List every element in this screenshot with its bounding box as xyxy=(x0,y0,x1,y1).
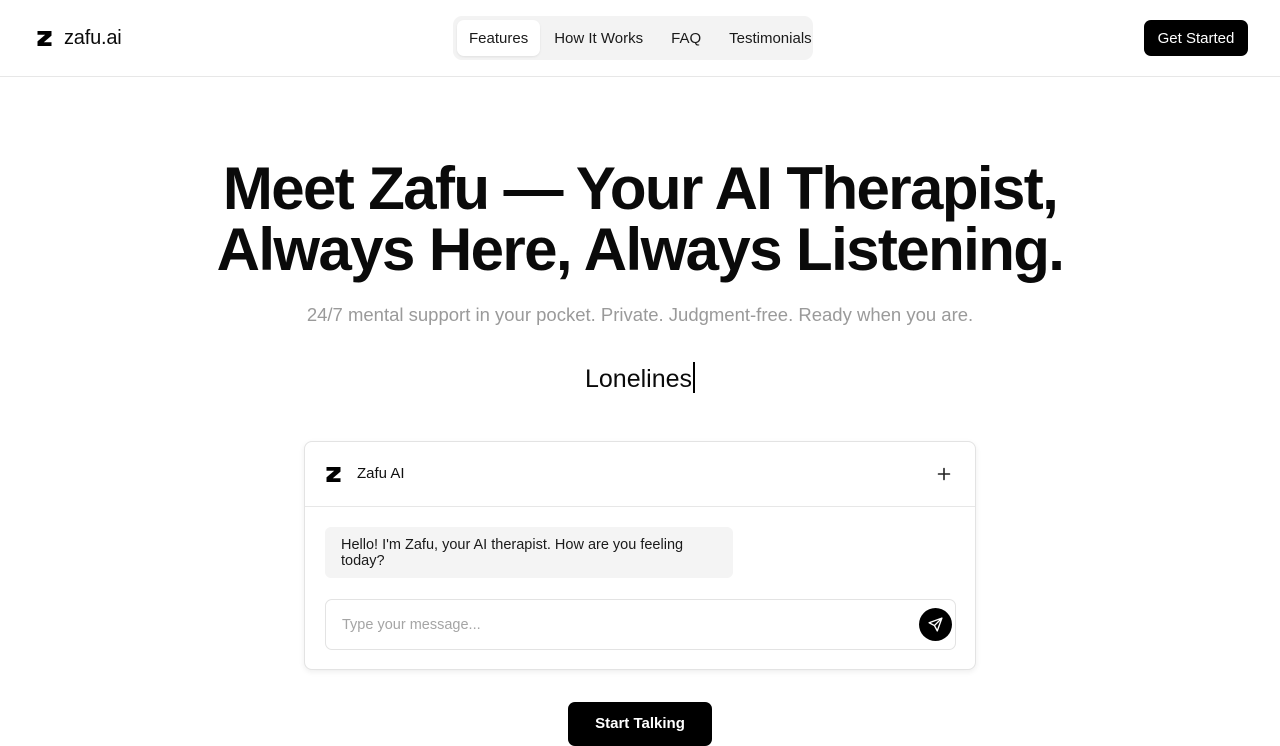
typing-text: Lonelines xyxy=(584,365,693,393)
get-started-button[interactable]: Get Started xyxy=(1144,20,1248,56)
nav-item-label: Testimonials xyxy=(729,29,812,47)
nav-item-label: Features xyxy=(469,29,529,47)
send-icon xyxy=(928,617,943,632)
nav-item-label: FAQ xyxy=(671,29,702,47)
nav-item-features[interactable]: Features xyxy=(457,20,541,56)
hero-subtitle: 24/7 mental support in your pocket. Priv… xyxy=(306,304,974,325)
brand-logo[interactable]: zafu.ai xyxy=(36,26,122,50)
main-nav: Features How It Works FAQ Testimonials xyxy=(453,16,813,60)
chat-header: Zafu AI xyxy=(305,442,975,507)
hero-title-line-1: Meet Zafu — Your AI Therapist, xyxy=(222,155,1059,222)
message-input[interactable] xyxy=(326,600,906,649)
chat-title: Zafu AI xyxy=(357,465,405,482)
nav-item-testimonials[interactable]: Testimonials xyxy=(715,20,826,56)
nav-item-faq[interactable]: FAQ xyxy=(657,20,715,56)
brand-name: zafu.ai xyxy=(64,26,122,49)
send-button[interactable] xyxy=(919,608,952,641)
hero-title-line-2: Always Here, Always Listening. xyxy=(216,216,1065,283)
message-composer xyxy=(325,599,956,650)
typing-animation: Lonelines xyxy=(0,362,1280,394)
text-caret xyxy=(693,362,696,393)
hero-title: Meet Zafu — Your AI Therapist, Always He… xyxy=(0,158,1280,280)
chat-widget: Zafu AI Hello! I'm Zafu, your AI therapi… xyxy=(304,441,976,670)
nav-item-label: How It Works xyxy=(554,29,644,47)
zafu-logo-icon xyxy=(326,467,341,482)
start-talking-button[interactable]: Start Talking xyxy=(568,702,712,746)
zafu-logo-icon xyxy=(37,30,52,46)
site-header: zafu.ai Features How It Works FAQ Testim… xyxy=(0,0,1280,77)
message-text: Hello! I'm Zafu, your AI therapist. How … xyxy=(341,536,684,569)
nav-item-how-it-works[interactable]: How It Works xyxy=(540,20,657,56)
plus-icon[interactable] xyxy=(934,464,954,484)
assistant-message: Hello! I'm Zafu, your AI therapist. How … xyxy=(325,527,733,578)
